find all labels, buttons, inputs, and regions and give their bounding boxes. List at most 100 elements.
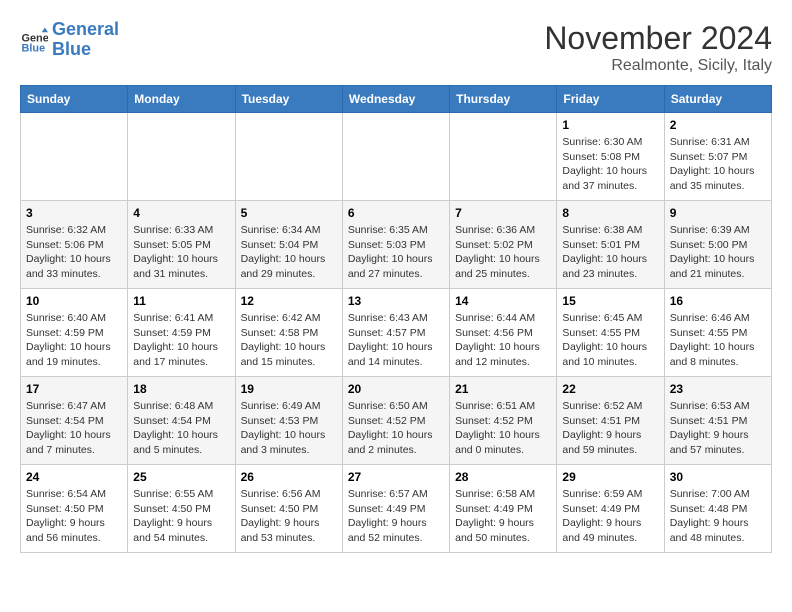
- calendar-cell: 9 Sunrise: 6:39 AM Sunset: 5:00 PM Daylig…: [664, 201, 771, 289]
- weekday-header: Monday: [128, 86, 235, 113]
- day-info: Sunrise: 6:42 AM Sunset: 4:58 PM Dayligh…: [241, 311, 337, 370]
- day-info: Sunrise: 6:55 AM Sunset: 4:50 PM Dayligh…: [133, 487, 229, 546]
- calendar-cell: [450, 113, 557, 201]
- day-number: 17: [26, 382, 122, 396]
- calendar-cell: 28 Sunrise: 6:58 AM Sunset: 4:49 PM Dayli…: [450, 465, 557, 553]
- day-info: Sunrise: 6:47 AM Sunset: 4:54 PM Dayligh…: [26, 399, 122, 458]
- day-number: 22: [562, 382, 658, 396]
- day-number: 15: [562, 294, 658, 308]
- day-number: 9: [670, 206, 766, 220]
- day-number: 27: [348, 470, 444, 484]
- calendar-cell: 30Sunrise: 7:00 AM Sunset: 4:48 PM Dayli…: [664, 465, 771, 553]
- calendar-cell: [128, 113, 235, 201]
- header-row: SundayMondayTuesdayWednesdayThursdayFrid…: [21, 86, 772, 113]
- day-number: 29: [562, 470, 658, 484]
- day-info: Sunrise: 6:45 AM Sunset: 4:55 PM Dayligh…: [562, 311, 658, 370]
- calendar-cell: 18Sunrise: 6:48 AM Sunset: 4:54 PM Dayli…: [128, 377, 235, 465]
- day-info: Sunrise: 6:40 AM Sunset: 4:59 PM Dayligh…: [26, 311, 122, 370]
- day-info: Sunrise: 6:52 AM Sunset: 4:51 PM Dayligh…: [562, 399, 658, 458]
- day-number: 26: [241, 470, 337, 484]
- calendar-cell: 10Sunrise: 6:40 AM Sunset: 4:59 PM Dayli…: [21, 289, 128, 377]
- calendar-week-row: 3 Sunrise: 6:32 AM Sunset: 5:06 PM Daylig…: [21, 201, 772, 289]
- day-info: Sunrise: 6:33 AM Sunset: 5:05 PM Dayligh…: [133, 223, 229, 282]
- weekday-header: Wednesday: [342, 86, 449, 113]
- day-info: Sunrise: 6:36 AM Sunset: 5:02 PM Dayligh…: [455, 223, 551, 282]
- day-number: 4: [133, 206, 229, 220]
- weekday-header: Saturday: [664, 86, 771, 113]
- day-info: Sunrise: 6:46 AM Sunset: 4:55 PM Dayligh…: [670, 311, 766, 370]
- calendar-cell: 3 Sunrise: 6:32 AM Sunset: 5:06 PM Daylig…: [21, 201, 128, 289]
- day-info: Sunrise: 6:51 AM Sunset: 4:52 PM Dayligh…: [455, 399, 551, 458]
- day-info: Sunrise: 6:31 AM Sunset: 5:07 PM Dayligh…: [670, 135, 766, 194]
- logo-icon: General Blue: [20, 26, 48, 54]
- calendar-cell: 15 Sunrise: 6:45 AM Sunset: 4:55 PM Dayli…: [557, 289, 664, 377]
- calendar-cell: 13 Sunrise: 6:43 AM Sunset: 4:57 PM Dayli…: [342, 289, 449, 377]
- calendar-cell: [342, 113, 449, 201]
- day-info: Sunrise: 6:54 AM Sunset: 4:50 PM Dayligh…: [26, 487, 122, 546]
- day-number: 2: [670, 118, 766, 132]
- day-number: 6: [348, 206, 444, 220]
- calendar-cell: 6 Sunrise: 6:35 AM Sunset: 5:03 PM Daylig…: [342, 201, 449, 289]
- day-number: 30: [670, 470, 766, 484]
- day-info: Sunrise: 6:49 AM Sunset: 4:53 PM Dayligh…: [241, 399, 337, 458]
- calendar-cell: [235, 113, 342, 201]
- calendar-cell: 1 Sunrise: 6:30 AM Sunset: 5:08 PM Daylig…: [557, 113, 664, 201]
- calendar-cell: 20 Sunrise: 6:50 AM Sunset: 4:52 PM Dayli…: [342, 377, 449, 465]
- calendar-cell: 5 Sunrise: 6:34 AM Sunset: 5:04 PM Daylig…: [235, 201, 342, 289]
- day-number: 13: [348, 294, 444, 308]
- day-info: Sunrise: 6:34 AM Sunset: 5:04 PM Dayligh…: [241, 223, 337, 282]
- calendar-header: SundayMondayTuesdayWednesdayThursdayFrid…: [21, 86, 772, 113]
- calendar-cell: 21Sunrise: 6:51 AM Sunset: 4:52 PM Dayli…: [450, 377, 557, 465]
- day-info: Sunrise: 6:35 AM Sunset: 5:03 PM Dayligh…: [348, 223, 444, 282]
- weekday-header: Tuesday: [235, 86, 342, 113]
- calendar-week-row: 17 Sunrise: 6:47 AM Sunset: 4:54 PM Dayli…: [21, 377, 772, 465]
- day-info: Sunrise: 6:41 AM Sunset: 4:59 PM Dayligh…: [133, 311, 229, 370]
- day-number: 23: [670, 382, 766, 396]
- day-number: 8: [562, 206, 658, 220]
- day-number: 19: [241, 382, 337, 396]
- day-number: 28: [455, 470, 551, 484]
- day-info: Sunrise: 6:57 AM Sunset: 4:49 PM Dayligh…: [348, 487, 444, 546]
- calendar-cell: 27 Sunrise: 6:57 AM Sunset: 4:49 PM Dayli…: [342, 465, 449, 553]
- day-info: Sunrise: 6:38 AM Sunset: 5:01 PM Dayligh…: [562, 223, 658, 282]
- day-number: 1: [562, 118, 658, 132]
- day-number: 3: [26, 206, 122, 220]
- day-info: Sunrise: 6:43 AM Sunset: 4:57 PM Dayligh…: [348, 311, 444, 370]
- calendar-cell: 24 Sunrise: 6:54 AM Sunset: 4:50 PM Dayli…: [21, 465, 128, 553]
- logo: General Blue GeneralBlue: [20, 20, 119, 60]
- calendar-cell: 29 Sunrise: 6:59 AM Sunset: 4:49 PM Dayli…: [557, 465, 664, 553]
- calendar-cell: 14Sunrise: 6:44 AM Sunset: 4:56 PM Dayli…: [450, 289, 557, 377]
- day-number: 24: [26, 470, 122, 484]
- page-header: General Blue GeneralBlue November 2024 R…: [20, 20, 772, 75]
- day-info: Sunrise: 6:32 AM Sunset: 5:06 PM Dayligh…: [26, 223, 122, 282]
- calendar-cell: 12 Sunrise: 6:42 AM Sunset: 4:58 PM Dayli…: [235, 289, 342, 377]
- weekday-header: Sunday: [21, 86, 128, 113]
- day-info: Sunrise: 6:48 AM Sunset: 4:54 PM Dayligh…: [133, 399, 229, 458]
- calendar-cell: 19 Sunrise: 6:49 AM Sunset: 4:53 PM Dayli…: [235, 377, 342, 465]
- day-number: 14: [455, 294, 551, 308]
- day-number: 25: [133, 470, 229, 484]
- day-info: Sunrise: 6:50 AM Sunset: 4:52 PM Dayligh…: [348, 399, 444, 458]
- calendar-week-row: 1 Sunrise: 6:30 AM Sunset: 5:08 PM Daylig…: [21, 113, 772, 201]
- day-info: Sunrise: 6:39 AM Sunset: 5:00 PM Dayligh…: [670, 223, 766, 282]
- calendar-cell: 16Sunrise: 6:46 AM Sunset: 4:55 PM Dayli…: [664, 289, 771, 377]
- calendar-cell: 17 Sunrise: 6:47 AM Sunset: 4:54 PM Dayli…: [21, 377, 128, 465]
- calendar-cell: 4 Sunrise: 6:33 AM Sunset: 5:05 PM Daylig…: [128, 201, 235, 289]
- location: Realmonte, Sicily, Italy: [544, 57, 772, 75]
- day-number: 7: [455, 206, 551, 220]
- calendar-cell: [21, 113, 128, 201]
- day-info: Sunrise: 6:58 AM Sunset: 4:49 PM Dayligh…: [455, 487, 551, 546]
- calendar-week-row: 10Sunrise: 6:40 AM Sunset: 4:59 PM Dayli…: [21, 289, 772, 377]
- day-info: Sunrise: 6:59 AM Sunset: 4:49 PM Dayligh…: [562, 487, 658, 546]
- calendar-cell: 2 Sunrise: 6:31 AM Sunset: 5:07 PM Daylig…: [664, 113, 771, 201]
- title-section: November 2024 Realmonte, Sicily, Italy: [544, 20, 772, 75]
- calendar-cell: 23 Sunrise: 6:53 AM Sunset: 4:51 PM Dayli…: [664, 377, 771, 465]
- day-info: Sunrise: 6:53 AM Sunset: 4:51 PM Dayligh…: [670, 399, 766, 458]
- day-number: 5: [241, 206, 337, 220]
- logo-text: GeneralBlue: [52, 20, 119, 60]
- day-number: 20: [348, 382, 444, 396]
- svg-text:Blue: Blue: [22, 42, 46, 53]
- calendar-cell: 7 Sunrise: 6:36 AM Sunset: 5:02 PM Daylig…: [450, 201, 557, 289]
- day-number: 12: [241, 294, 337, 308]
- day-info: Sunrise: 6:30 AM Sunset: 5:08 PM Dayligh…: [562, 135, 658, 194]
